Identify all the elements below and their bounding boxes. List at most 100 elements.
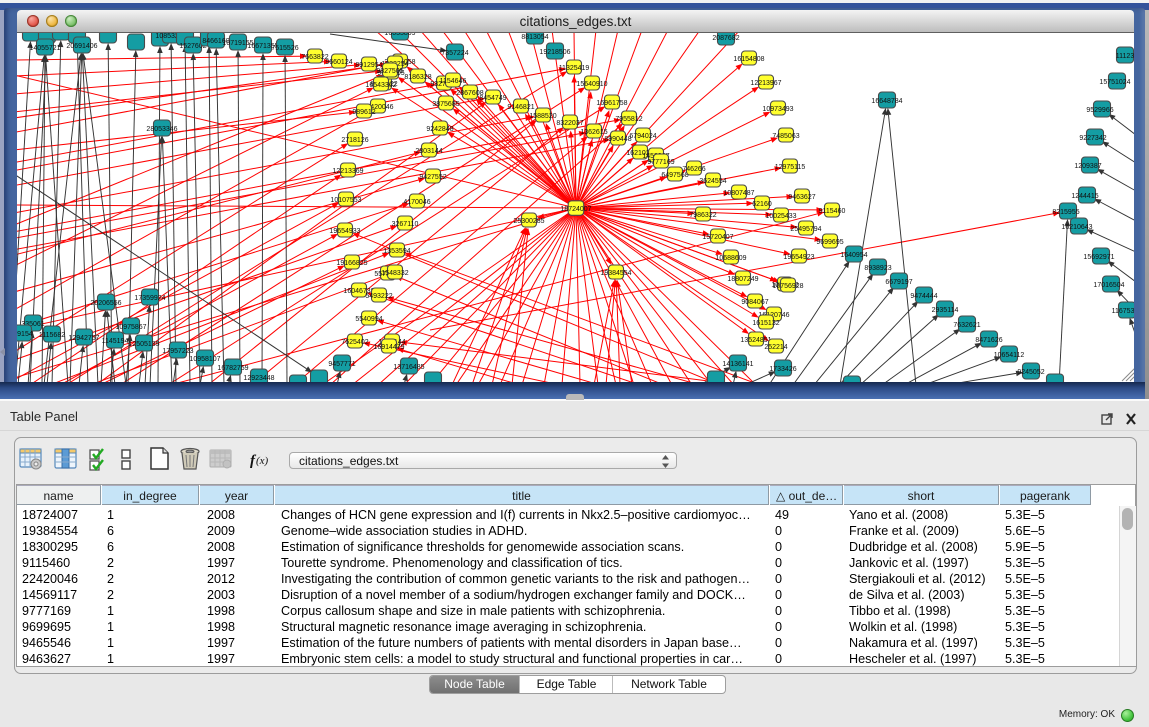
svg-text:6679197: 6679197	[885, 279, 912, 286]
svg-text:7625402: 7625402	[341, 339, 368, 346]
svg-text:1588520: 1588520	[529, 113, 556, 120]
svg-text:8322037: 8322037	[556, 120, 583, 127]
svg-text:7485063: 7485063	[772, 133, 799, 140]
svg-text:9529966: 9529966	[1086, 107, 1113, 114]
svg-text:16154808: 16154808	[733, 56, 764, 63]
svg-text:13716485: 13716485	[393, 364, 424, 371]
svg-text:5493222: 5493222	[365, 293, 392, 300]
svg-text:10756928: 10756928	[772, 283, 803, 290]
svg-text:12505135: 12505135	[128, 341, 159, 348]
svg-text:15720407: 15720407	[702, 234, 733, 241]
svg-text:12213967: 12213967	[750, 80, 781, 87]
svg-text:1145194: 1145194	[102, 338, 129, 345]
svg-text:10975867: 10975867	[115, 324, 146, 331]
svg-text:19654933: 19654933	[329, 228, 360, 235]
svg-text:11325419: 11325419	[559, 65, 590, 72]
svg-text:28053346: 28053346	[146, 126, 177, 133]
svg-text:1548332: 1548332	[381, 270, 408, 277]
svg-text:9242848: 9242848	[426, 126, 453, 133]
svg-text:9227342: 9227342	[1079, 135, 1106, 142]
svg-text:1640954: 1640954	[840, 252, 867, 259]
svg-text:12213369: 12213369	[332, 168, 363, 175]
svg-text:14055721: 14055721	[29, 45, 60, 52]
svg-text:10654112: 10654112	[994, 352, 1025, 359]
svg-text:9115460: 9115460	[819, 208, 846, 215]
svg-text:16782759: 16782759	[217, 365, 248, 372]
svg-text:10107553: 10107553	[330, 197, 361, 204]
svg-text:19384554: 19384554	[600, 270, 631, 277]
svg-text:8215955: 8215955	[1052, 209, 1079, 216]
svg-text:19654923: 19654923	[783, 254, 814, 261]
svg-text:13524851: 13524851	[740, 337, 771, 344]
svg-text:9827505: 9827505	[376, 68, 403, 75]
svg-text:3267110: 3267110	[392, 221, 419, 228]
svg-text:9474444: 9474444	[910, 293, 937, 300]
svg-text:17016504: 17016504	[1093, 282, 1124, 289]
svg-text:(x): (x)	[256, 455, 269, 467]
svg-text:18807249: 18807249	[727, 276, 758, 283]
svg-text:15640910: 15640910	[576, 81, 607, 88]
svg-text:10688609: 10688609	[715, 255, 746, 262]
svg-text:16210643: 16210643	[1061, 224, 1092, 231]
svg-text:12923448: 12923448	[243, 375, 274, 382]
svg-text:1244415: 1244415	[1071, 193, 1098, 200]
svg-text:11123: 11123	[1116, 53, 1134, 60]
svg-text:252214: 252214	[764, 344, 787, 351]
svg-text:9084067: 9084067	[741, 299, 768, 306]
svg-text:9699695: 9699695	[816, 239, 843, 246]
svg-text:8471626: 8471626	[975, 337, 1002, 344]
svg-text:3624554: 3624554	[699, 178, 726, 185]
svg-text:2935114: 2935114	[932, 307, 959, 314]
svg-text:1154646: 1154646	[440, 78, 467, 85]
svg-text:19166825: 19166825	[336, 260, 367, 267]
svg-text:7632621: 7632621	[953, 322, 980, 329]
svg-text:8813054: 8813054	[521, 34, 548, 41]
svg-text:7986322: 7986322	[689, 212, 716, 219]
svg-text:12975115: 12975115	[775, 164, 806, 171]
svg-text:10025433: 10025433	[765, 213, 796, 220]
svg-text:16961758: 16961758	[596, 100, 627, 107]
svg-text:7515526: 7515526	[271, 45, 298, 52]
svg-text:9427552: 9427552	[419, 174, 446, 181]
svg-text:19218506: 19218506	[539, 49, 570, 56]
svg-text:1209387: 1209387	[1074, 163, 1101, 170]
svg-text:8938923: 8938923	[864, 265, 891, 272]
svg-text:25300285: 25300285	[513, 218, 544, 225]
svg-text:16033809: 16033809	[384, 33, 415, 37]
svg-text:16543362: 16543362	[365, 82, 396, 89]
svg-text:7357224: 7357224	[441, 50, 468, 57]
svg-text:2718126: 2718126	[341, 137, 368, 144]
svg-text:8990448: 8990448	[604, 136, 631, 143]
svg-text:8454749: 8454749	[479, 95, 506, 102]
svg-text:17957223: 17957223	[162, 348, 193, 355]
svg-text:10807487: 10807487	[723, 190, 754, 197]
svg-text:9463627: 9463627	[788, 194, 815, 201]
svg-text:10973493: 10973493	[762, 106, 793, 113]
svg-text:7955812: 7955812	[615, 116, 642, 123]
svg-text:9457771: 9457771	[328, 361, 355, 368]
svg-text:18724007: 18724007	[560, 206, 591, 213]
svg-text:20206556: 20206556	[90, 300, 121, 307]
svg-text:62160: 62160	[752, 201, 772, 208]
svg-text:1362615: 1362615	[580, 129, 607, 136]
svg-text:39154: 39154	[17, 331, 33, 338]
svg-text:6497568: 6497568	[661, 172, 688, 179]
svg-text:17359924: 17359924	[134, 295, 165, 302]
svg-text:2087682: 2087682	[712, 35, 739, 42]
svg-text:12942757: 12942757	[68, 335, 99, 342]
svg-text:1733426: 1733426	[769, 366, 796, 373]
svg-text:9777169: 9777169	[647, 159, 674, 166]
svg-text:25495794: 25495794	[790, 226, 821, 233]
svg-text:3875685: 3875685	[432, 101, 459, 108]
svg-text:9245052: 9245052	[1017, 369, 1044, 376]
svg-text:4170046: 4170046	[403, 199, 430, 206]
svg-text:15751024: 15751024	[1099, 79, 1130, 86]
svg-text:5540994: 5540994	[355, 316, 382, 323]
svg-text:10958107: 10958107	[189, 356, 220, 363]
svg-text:14136141: 14136141	[722, 361, 753, 368]
svg-text:1167533: 1167533	[1112, 308, 1134, 315]
svg-text:20691406: 20691406	[66, 43, 97, 50]
svg-text:746266: 746266	[682, 166, 705, 173]
svg-text:9146821: 9146821	[507, 104, 534, 111]
svg-text:1615132: 1615132	[752, 320, 779, 327]
